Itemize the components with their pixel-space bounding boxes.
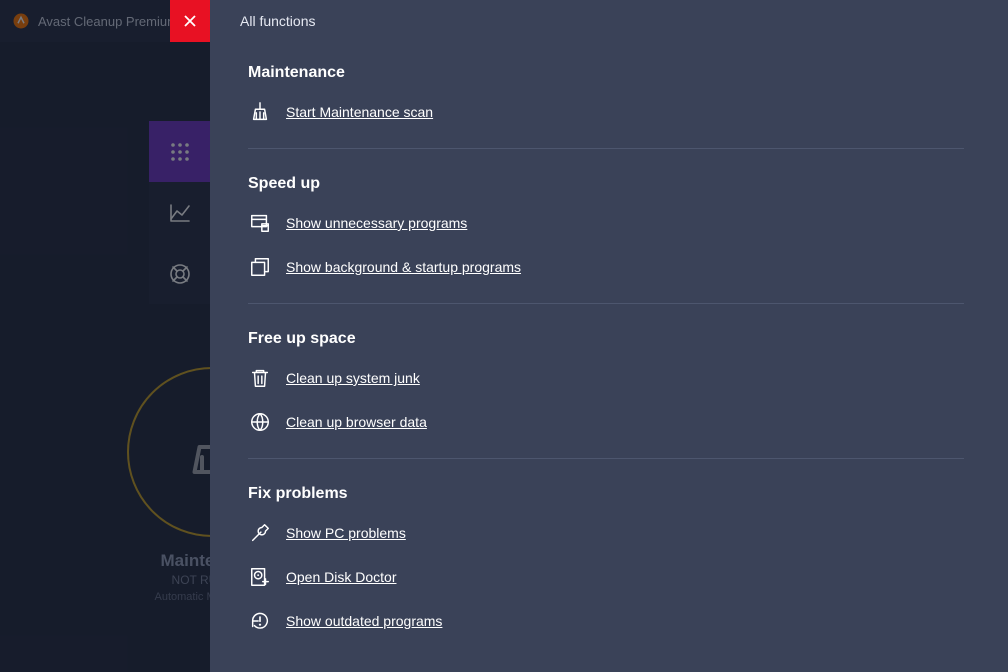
section-heading: Maintenance [248, 64, 964, 82]
item-show-background-startup-programs[interactable]: Show background & startup programs [248, 255, 964, 279]
item-show-outdated-programs[interactable]: Show outdated programs [248, 609, 964, 633]
panel-body[interactable]: Maintenance Start Maintenance scan Speed… [210, 42, 1008, 672]
item-start-maintenance-scan[interactable]: Start Maintenance scan [248, 100, 964, 124]
item-label: Show unnecessary programs [286, 215, 467, 231]
item-label: Show PC problems [286, 525, 406, 541]
item-label: Show outdated programs [286, 613, 442, 629]
panel-header: All functions [210, 0, 1008, 42]
panel-title: All functions [210, 13, 315, 29]
item-clean-up-system-junk[interactable]: Clean up system junk [248, 366, 964, 390]
item-label: Start Maintenance scan [286, 104, 433, 120]
windows-stack-icon [248, 255, 272, 279]
alert-refresh-icon [248, 609, 272, 633]
close-icon [183, 14, 197, 28]
item-label: Clean up browser data [286, 414, 427, 430]
window-trash-icon [248, 211, 272, 235]
broom-icon [248, 100, 272, 124]
all-functions-panel: All functions Maintenance Start Maintena… [210, 0, 1008, 672]
section-free-up-space: Free up space Clean up system junk Clean… [248, 330, 964, 459]
globe-icon [248, 410, 272, 434]
item-label: Open Disk Doctor [286, 569, 396, 585]
section-heading: Free up space [248, 330, 964, 348]
wrench-icon [248, 521, 272, 545]
disk-doctor-icon [248, 565, 272, 589]
close-button[interactable] [170, 0, 210, 42]
trash-icon [248, 366, 272, 390]
item-label: Clean up system junk [286, 370, 420, 386]
item-show-pc-problems[interactable]: Show PC problems [248, 521, 964, 545]
item-show-unnecessary-programs[interactable]: Show unnecessary programs [248, 211, 964, 235]
item-open-disk-doctor[interactable]: Open Disk Doctor [248, 565, 964, 589]
item-clean-up-browser-data[interactable]: Clean up browser data [248, 410, 964, 434]
section-maintenance: Maintenance Start Maintenance scan [248, 64, 964, 149]
item-label: Show background & startup programs [286, 259, 521, 275]
section-speed-up: Speed up Show unnecessary programs Show … [248, 175, 964, 304]
section-heading: Fix problems [248, 485, 964, 503]
section-heading: Speed up [248, 175, 964, 193]
section-fix-problems: Fix problems Show PC problems Open Disk … [248, 485, 964, 657]
